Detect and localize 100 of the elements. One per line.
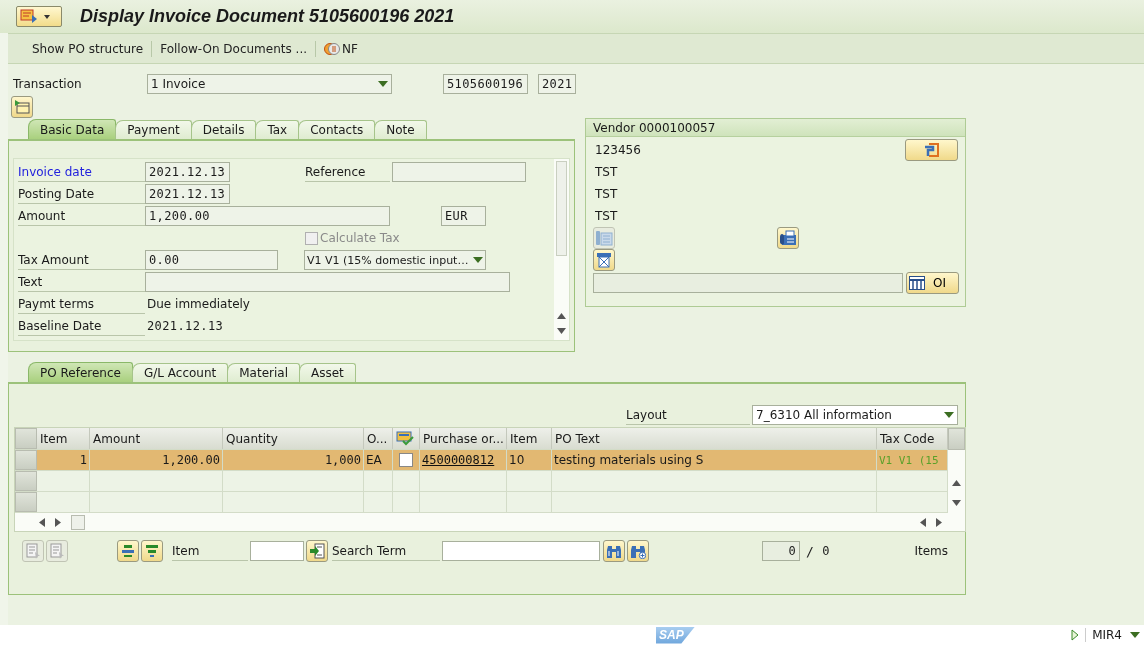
column-header[interactable] [393, 428, 420, 449]
arrow-in-icon [309, 543, 325, 559]
filter-button[interactable] [141, 540, 163, 562]
row-selector[interactable] [15, 450, 37, 470]
tax-code-dropdown[interactable]: V1 V1 (15% domestic input… [304, 250, 486, 270]
document-number-field[interactable]: 5105600196 [443, 74, 528, 94]
window-menu-icon [20, 8, 38, 25]
filter-icon [145, 544, 159, 558]
arrow-right-icon [55, 517, 61, 527]
vendor-field[interactable] [593, 273, 903, 293]
select-button[interactable] [22, 540, 44, 562]
items-label: Items [914, 544, 948, 558]
find-next-button[interactable] [627, 540, 649, 562]
field-label: Baseline Date [18, 316, 145, 336]
column-settings-button[interactable] [948, 428, 965, 450]
tab[interactable]: Details [190, 120, 257, 139]
column-header[interactable]: Purchase or... [420, 428, 507, 449]
caret-icon [378, 81, 388, 87]
total-text: 0 [822, 544, 830, 558]
table-cell: 10 [507, 450, 552, 470]
row-selector[interactable] [15, 471, 37, 491]
column-header[interactable]: PO Text [552, 428, 877, 449]
column-header[interactable]: Amount [90, 428, 223, 449]
tab[interactable]: Basic Data [28, 119, 117, 139]
baseline-date-text: 2021.12.13 [146, 319, 224, 333]
document-icon [25, 543, 41, 559]
menu-button[interactable] [16, 6, 62, 27]
date-field[interactable]: 2021.12.13 [145, 184, 230, 204]
checkbox-label: Calculate Tax [320, 231, 400, 245]
purchase-order-link[interactable]: 4500000812 [422, 453, 495, 467]
toolbar-button[interactable]: NF [316, 37, 366, 60]
row-selector[interactable] [15, 492, 37, 512]
layout-dropdown[interactable]: 7_6310 All information [752, 405, 958, 425]
arrow-up-icon [557, 313, 566, 319]
vendor-text: TST [595, 209, 618, 223]
go-to-button[interactable] [306, 540, 328, 562]
field-label: Search Term [332, 541, 440, 561]
oi-button[interactable]: OI [906, 272, 959, 294]
sap-logo: SAP [656, 626, 695, 644]
search-term-field[interactable] [442, 541, 600, 561]
fiscal-year-field[interactable]: 2021 [538, 74, 576, 94]
tab[interactable]: Contacts [298, 120, 376, 139]
field-label: Transaction [13, 77, 83, 91]
count-field[interactable]: 0 [762, 541, 800, 561]
binoculars-plus-icon [630, 543, 646, 559]
coins-icon [324, 41, 340, 56]
tab[interactable]: Payment [115, 120, 192, 139]
toolbar-button[interactable]: Follow-On Documents ... [152, 37, 315, 60]
grid-icon [909, 276, 925, 290]
amount-field[interactable]: 1,200.00 [145, 206, 390, 226]
screen-button[interactable] [11, 96, 33, 118]
transaction-code: MIR4 [1092, 628, 1122, 642]
column-header[interactable]: Quantity [223, 428, 364, 449]
screen-icon [14, 100, 30, 114]
caret-icon [473, 257, 483, 263]
scrollbar-thumb[interactable] [71, 514, 85, 530]
mail-button[interactable] [593, 249, 615, 271]
field-label: Paymt terms [18, 294, 145, 314]
tax-amount-field[interactable]: 0.00 [145, 250, 278, 270]
arrow-up-icon [952, 480, 961, 486]
caret-icon [944, 412, 954, 418]
checkbox[interactable] [399, 453, 413, 467]
tab[interactable]: Note [374, 120, 427, 139]
arrow-right-icon [936, 517, 942, 527]
column-header[interactable]: O... [364, 428, 393, 449]
field-label: Reference [305, 162, 390, 182]
deselect-button[interactable] [46, 540, 68, 562]
field-label: Item [172, 541, 248, 561]
arrow-left-icon [39, 517, 45, 527]
tab[interactable]: G/L Account [131, 363, 229, 382]
column-header[interactable]: Item [37, 428, 90, 449]
field-label: Layout [626, 405, 750, 425]
toolbar-button[interactable]: Show PO structure [24, 37, 152, 60]
tab[interactable]: Tax [255, 120, 300, 139]
column-header[interactable]: Item [507, 428, 552, 449]
currency-field[interactable]: EUR [441, 206, 486, 226]
tab[interactable]: Asset [299, 363, 356, 382]
transaction-dropdown[interactable]: 1 Invoice [147, 74, 392, 94]
align-top-button[interactable] [117, 540, 139, 562]
reference-field[interactable] [392, 162, 526, 182]
item-field[interactable] [250, 541, 304, 561]
tab[interactable]: Material [227, 363, 300, 382]
table-cell: testing materials using S [552, 450, 877, 470]
date-field[interactable]: 2021.12.13 [145, 162, 230, 182]
mail-icon [596, 252, 612, 268]
select-all-button[interactable] [15, 428, 37, 449]
arrow-down-icon [557, 328, 566, 334]
tab[interactable]: PO Reference [28, 362, 133, 382]
find-button[interactable] [603, 540, 625, 562]
fax-button[interactable] [777, 227, 799, 249]
table-cell: 1,000 [223, 450, 364, 470]
caret-icon [1130, 632, 1140, 638]
vendor-text: TST [595, 165, 618, 179]
align-top-icon [121, 544, 135, 558]
scrollbar-thumb[interactable] [556, 161, 567, 256]
address-button[interactable] [905, 139, 958, 161]
text-field[interactable] [145, 272, 510, 292]
table-cell: 1 [37, 450, 90, 470]
panel-title: Vendor 0000100057 [586, 119, 965, 137]
play-icon [1071, 629, 1080, 641]
